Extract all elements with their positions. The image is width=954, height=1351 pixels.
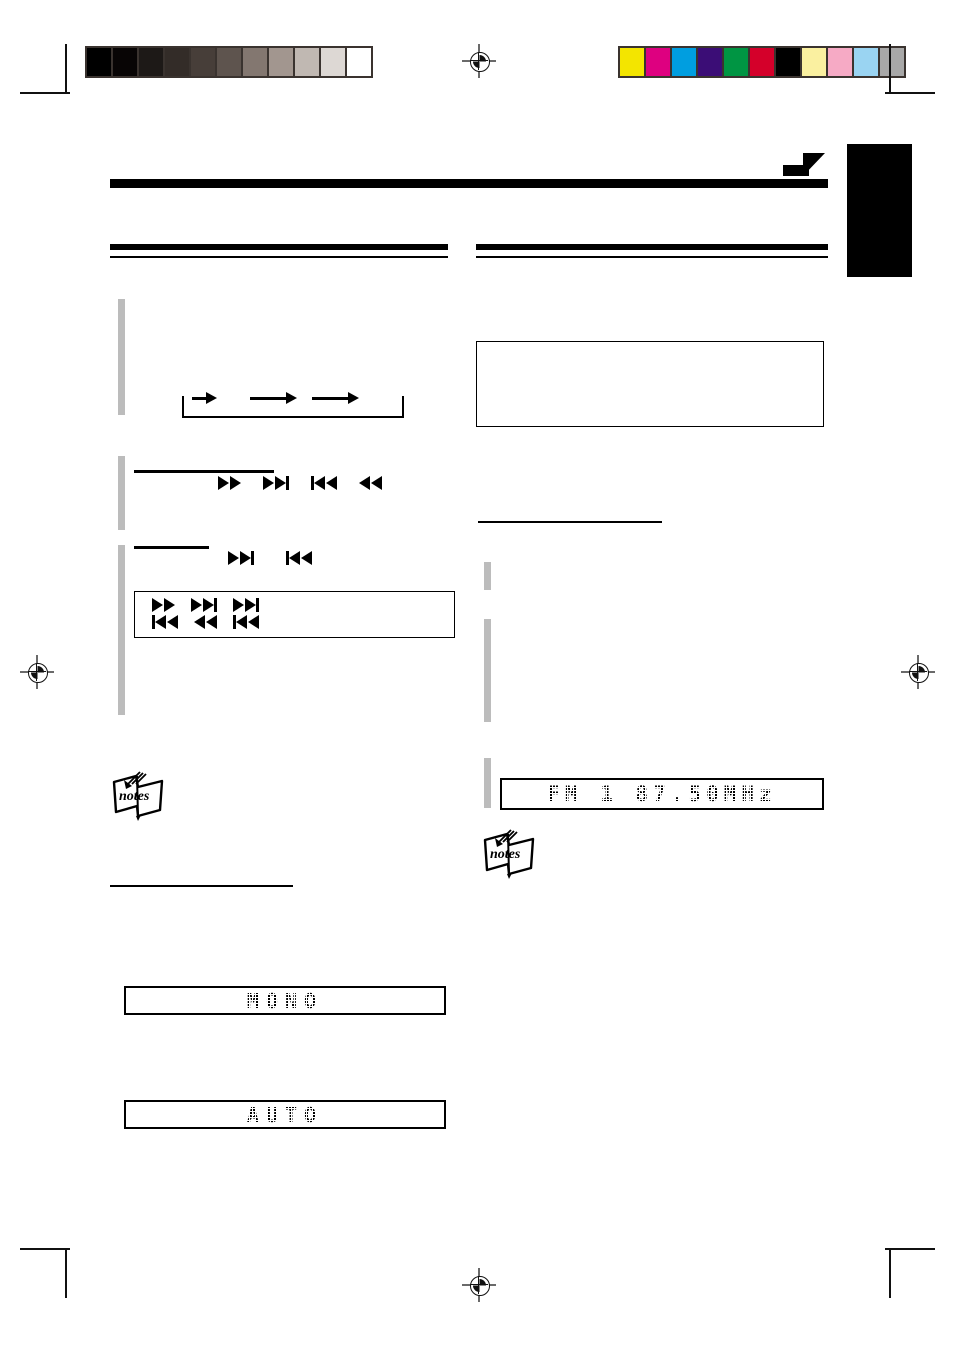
color-swatch-2: [672, 48, 698, 76]
registration-mark-top: [462, 44, 496, 78]
grayscale-swatch-6: [243, 48, 269, 76]
color-swatch-4: [724, 48, 750, 76]
notes-icon: notes: [481, 828, 537, 885]
skip-previous-icon: [152, 615, 178, 629]
grayscale-swatch-9: [321, 48, 347, 76]
left-sub-rule-3: [110, 885, 293, 888]
left-sub-rule-2: [134, 546, 209, 549]
page-title-rule: [110, 179, 828, 188]
registration-mark-bottom: [462, 1268, 496, 1302]
lcd-display-mono: MONO: [124, 986, 446, 1015]
skip-next-icon: [228, 551, 254, 565]
color-swatch-5: [750, 48, 776, 76]
button-box-row-1: [152, 598, 259, 612]
grayscale-swatch-2: [139, 48, 165, 76]
notes-icon: notes: [110, 770, 166, 827]
color-calibration-strip: [618, 46, 906, 78]
grayscale-swatch-7: [269, 48, 295, 76]
registration-mark-left: [20, 655, 54, 689]
cycle-arrow-3: [312, 392, 359, 404]
color-swatch-9: [854, 48, 880, 76]
right-column-heading-rule-thick: [476, 244, 828, 250]
grayscale-swatch-4: [191, 48, 217, 76]
transport-glyph-row-1: [218, 476, 382, 490]
playback-mode-cycle-diagram: [182, 392, 404, 418]
left-column-heading-rule-thin: [110, 256, 448, 258]
right-step-bar-1: [484, 562, 491, 590]
color-swatch-6: [776, 48, 802, 76]
notes-label: notes: [119, 789, 150, 804]
color-swatch-10: [880, 48, 904, 76]
color-swatch-7: [802, 48, 828, 76]
color-swatch-3: [698, 48, 724, 76]
crop-mark-bottom-right-vertical: [889, 1248, 891, 1298]
crop-mark-top-right-vertical: [889, 44, 891, 94]
crop-mark-top-left-horizontal: [20, 92, 70, 94]
grayscale-swatch-1: [113, 48, 139, 76]
color-swatch-1: [646, 48, 672, 76]
color-swatch-8: [828, 48, 854, 76]
grayscale-swatch-10: [347, 48, 371, 76]
cycle-arrow-2: [250, 392, 297, 404]
lcd-display-auto: AUTO: [124, 1100, 446, 1129]
transport-glyph-row-2: [228, 551, 312, 565]
color-swatch-0: [620, 48, 646, 76]
registration-mark-right: [901, 655, 935, 689]
skip-previous-icon: [233, 615, 259, 629]
crop-mark-bottom-left-horizontal: [20, 1248, 70, 1250]
fast-forward-icon: [152, 598, 175, 612]
skip-next-icon: [263, 476, 289, 490]
lcd-auto-text: AUTO: [246, 1102, 324, 1127]
cycle-arrow-1: [192, 392, 217, 404]
right-step-bar-3: [484, 758, 491, 808]
crop-mark-top-right-horizontal: [885, 92, 935, 94]
rewind-icon: [359, 476, 382, 490]
rewind-icon: [194, 615, 217, 629]
grayscale-swatch-5: [217, 48, 243, 76]
grayscale-calibration-strip: [85, 46, 373, 78]
crop-mark-top-left-vertical: [65, 44, 67, 94]
skip-next-icon: [233, 598, 259, 612]
notes-label: notes: [490, 847, 521, 862]
crop-mark-bottom-left-vertical: [65, 1248, 67, 1298]
right-column-heading-rule-thin: [476, 256, 828, 258]
empty-callout-box: [476, 341, 824, 427]
grayscale-swatch-3: [165, 48, 191, 76]
left-column-heading-rule-thick: [110, 244, 448, 250]
left-step-bar-3: [118, 545, 125, 715]
left-sub-rule-1: [134, 470, 274, 473]
lcd-tuner-text: FM 1 87.50MHz: [547, 782, 777, 806]
grayscale-swatch-0: [87, 48, 113, 76]
left-step-bar-2: [118, 456, 125, 530]
skip-previous-icon: [311, 476, 337, 490]
lcd-display-tuner: FM 1 87.50MHz: [500, 778, 824, 810]
skip-next-icon: [191, 598, 217, 612]
crop-mark-bottom-right-horizontal: [885, 1248, 935, 1250]
button-box-row-2: [152, 615, 259, 629]
left-step-bar-1: [118, 299, 125, 415]
right-sub-rule-1: [478, 521, 662, 524]
right-step-bar-2: [484, 619, 491, 722]
black-section-tab: [847, 144, 912, 277]
fast-forward-icon: [218, 476, 241, 490]
lcd-mono-text: MONO: [246, 988, 324, 1013]
grayscale-swatch-8: [295, 48, 321, 76]
skip-previous-icon: [286, 551, 312, 565]
